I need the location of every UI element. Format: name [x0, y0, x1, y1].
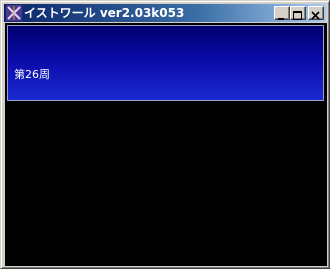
title-bar[interactable]: イストワール ver2.03k053 [4, 4, 326, 22]
week-label: 第26周 [14, 68, 50, 81]
maximize-icon [293, 11, 302, 20]
close-button[interactable] [308, 6, 324, 20]
app-icon[interactable] [6, 5, 22, 21]
window-title: イストワール ver2.03k053 [24, 6, 185, 20]
app-window: イストワール ver2.03k053 第26周 [0, 0, 330, 269]
game-screen[interactable]: 第26周 [5, 23, 327, 266]
info-banner: 第26周 [7, 25, 324, 101]
minimize-button[interactable] [274, 6, 290, 20]
minimize-icon [278, 18, 284, 20]
close-icon [311, 11, 320, 20]
maximize-button[interactable] [290, 6, 306, 20]
